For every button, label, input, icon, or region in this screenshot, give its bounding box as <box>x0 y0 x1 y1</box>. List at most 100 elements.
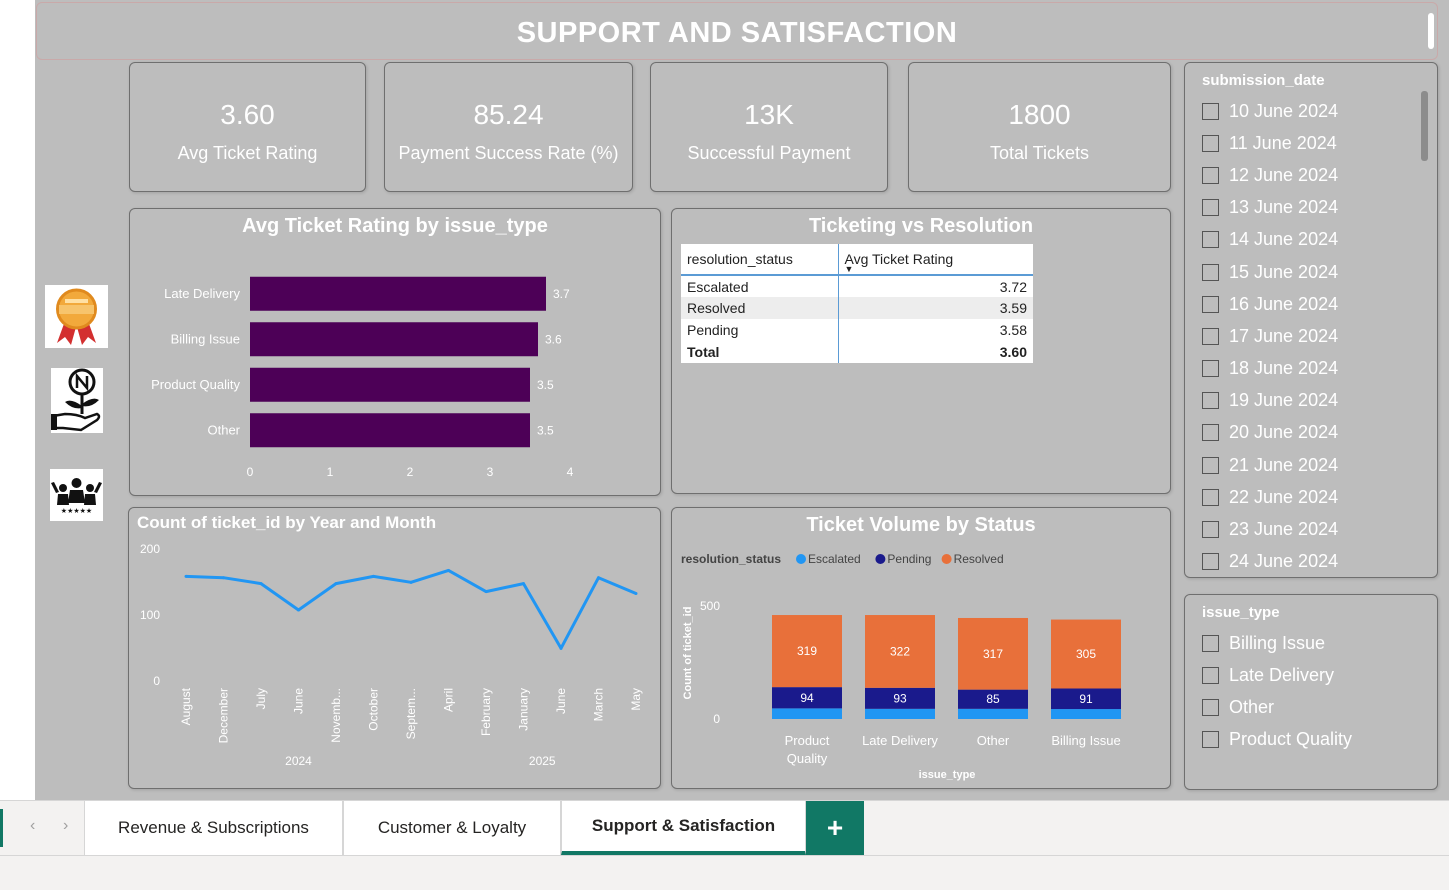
checkbox[interactable] <box>1202 488 1219 506</box>
submission-date-slicer[interactable]: submission_date 10 June 2024 11 June 2024… <box>1184 62 1438 578</box>
segment-value-label: 319 <box>797 644 817 658</box>
segment-value-label: 317 <box>983 647 1003 661</box>
bar-value-label: 3.5 <box>537 378 554 392</box>
slicer-item[interactable]: 16 June 2024 <box>1202 288 1417 320</box>
checkbox[interactable] <box>1202 102 1219 120</box>
slicer-item[interactable]: Product Quality <box>1202 724 1417 756</box>
checkbox[interactable] <box>1202 553 1219 571</box>
kpi-card-total-tickets[interactable]: 1800 Total Tickets <box>908 62 1171 192</box>
slicer-item[interactable]: 11 June 2024 <box>1202 127 1417 159</box>
slicer-item[interactable]: 14 June 2024 <box>1202 224 1417 256</box>
checkbox[interactable] <box>1202 166 1219 184</box>
kpi-label: Successful Payment <box>687 143 851 163</box>
kpi-value: 3.60 <box>220 99 275 130</box>
x-tick-label: Septem... <box>404 688 418 739</box>
checkbox[interactable] <box>1202 424 1219 442</box>
slicer-item[interactable]: 21 June 2024 <box>1202 449 1417 481</box>
checkbox[interactable] <box>1202 731 1219 749</box>
tab-customer-loyalty[interactable]: Customer & Loyalty <box>343 801 561 855</box>
checkbox[interactable] <box>1202 456 1219 474</box>
tab-revenue-subscriptions[interactable]: Revenue & Subscriptions <box>84 801 343 855</box>
bar-value-label: 3.7 <box>553 287 570 301</box>
loyalty-program-icon[interactable] <box>45 285 108 348</box>
report-root: SUPPORT AND SATISFACTION 3.60 Avg Ticket… <box>0 0 1449 890</box>
title-scrollbar[interactable] <box>1428 13 1434 49</box>
line-chart-panel[interactable]: Count of ticket_id by Year and Month 0 10… <box>128 507 661 789</box>
checkbox[interactable] <box>1202 134 1219 152</box>
y-tick-label: 200 <box>140 542 160 556</box>
line-point <box>222 576 225 580</box>
slicer-item[interactable]: Late Delivery <box>1202 659 1417 691</box>
kpi-value: 13K <box>744 99 794 130</box>
slicer-item[interactable]: 19 June 2024 <box>1202 385 1417 417</box>
slicer-item-label: 18 June 2024 <box>1229 358 1339 379</box>
table-row[interactable]: Escalated 3.72 <box>681 275 1033 297</box>
slicer-item[interactable]: 17 June 2024 <box>1202 320 1417 352</box>
slicer-item[interactable]: 10 June 2024 <box>1202 95 1417 127</box>
slicer-item[interactable]: 23 June 2024 <box>1202 513 1417 545</box>
next-page-icon[interactable]: › <box>63 817 68 835</box>
checkbox[interactable] <box>1202 327 1219 345</box>
money-hand-icon[interactable] <box>51 368 103 433</box>
issue-type-slicer[interactable]: issue_type Billing Issue Late Delivery Oth… <box>1184 594 1438 790</box>
bar-value-label: 3.6 <box>545 332 562 346</box>
kpi-card-successful-payment[interactable]: 13K Successful Payment <box>650 62 888 192</box>
slicer-list: 10 June 2024 11 June 2024 12 June 2024 13 J… <box>1202 95 1417 578</box>
table-row[interactable]: Resolved 3.59 <box>681 297 1033 319</box>
stack-segment-escalated <box>958 708 1028 719</box>
column-header-sorted[interactable]: Avg Ticket Rating ▼ <box>838 244 1033 276</box>
community-icon[interactable]: ★★★★★ <box>50 469 103 521</box>
slicer-item[interactable]: 15 June 2024 <box>1202 256 1417 288</box>
table-cell: Pending <box>681 319 839 341</box>
kpi-card-avg-rating[interactable]: 3.60 Avg Ticket Rating <box>129 62 366 192</box>
checkbox[interactable] <box>1202 263 1219 281</box>
checkbox[interactable] <box>1202 698 1219 716</box>
y-tick-label: 500 <box>700 599 720 613</box>
bar-billing-issue <box>250 322 538 357</box>
segment-value-label: 94 <box>800 691 814 705</box>
stacked-chart-svg: resolution_status Escalated Pending Resolve… <box>681 552 1121 781</box>
slicer-item[interactable]: 22 June 2024 <box>1202 481 1417 513</box>
slicer-item-label: Billing Issue <box>1229 632 1326 653</box>
line-point <box>409 580 413 584</box>
y-tick-label: 100 <box>140 608 160 622</box>
checkbox[interactable] <box>1202 231 1219 249</box>
add-page-button[interactable]: + <box>806 801 864 855</box>
line-chart-svg: 0 100 200 August December July June Novemb... Oc… <box>140 542 643 768</box>
table-total-row: Total 3.60 <box>681 341 1033 363</box>
kpi-label: Payment Success Rate (%) <box>398 143 619 163</box>
slicer-item[interactable]: 12 June 2024 <box>1202 159 1417 191</box>
sort-desc-icon[interactable]: ▼ <box>845 264 854 274</box>
slicer-item[interactable]: 13 June 2024 <box>1202 192 1417 224</box>
slicer-item[interactable]: Billing Issue <box>1202 627 1417 659</box>
checkbox[interactable] <box>1202 360 1219 378</box>
table-cell: 3.59 <box>838 297 1033 319</box>
slicer-scrollbar[interactable] <box>1421 91 1428 161</box>
x-category-label: Quality <box>787 751 828 766</box>
bar-chart-panel[interactable]: Avg Ticket Rating by issue_type Late Del… <box>129 208 661 496</box>
x-axis-label: issue_type <box>919 769 976 781</box>
kpi-card-payment-success[interactable]: 85.24 Payment Success Rate (%) <box>384 62 633 192</box>
kpi-label: Avg Ticket Rating <box>177 143 318 163</box>
slicer-item[interactable]: 20 June 2024 <box>1202 417 1417 449</box>
checkbox[interactable] <box>1202 295 1219 313</box>
slicer-item[interactable]: Other <box>1202 691 1417 723</box>
stacked-chart-panel[interactable]: Ticket Volume by Status resolution_statu… <box>671 507 1171 789</box>
prev-page-icon[interactable]: ‹ <box>30 817 35 835</box>
slicer-item-label: 16 June 2024 <box>1229 293 1339 314</box>
table-cell: 3.58 <box>999 322 1027 338</box>
x-tick-label: July <box>254 688 268 709</box>
checkbox[interactable] <box>1202 392 1219 410</box>
checkbox[interactable] <box>1202 666 1219 684</box>
checkbox[interactable] <box>1202 199 1219 217</box>
x-tick-label: October <box>367 688 381 731</box>
checkbox[interactable] <box>1202 521 1219 539</box>
table-row[interactable]: Pending 3.58 <box>681 319 1033 341</box>
tab-support-satisfaction[interactable]: Support & Satisfaction <box>561 801 806 855</box>
slicer-item[interactable]: 18 June 2024 <box>1202 353 1417 385</box>
checkbox[interactable] <box>1202 634 1219 652</box>
table-panel[interactable]: Ticketing vs Resolution resolution_statu… <box>671 208 1171 494</box>
slicer-item[interactable]: 24 June 2024 <box>1202 546 1417 578</box>
legend-marker <box>875 554 886 564</box>
column-header[interactable]: resolution_status <box>681 244 839 276</box>
